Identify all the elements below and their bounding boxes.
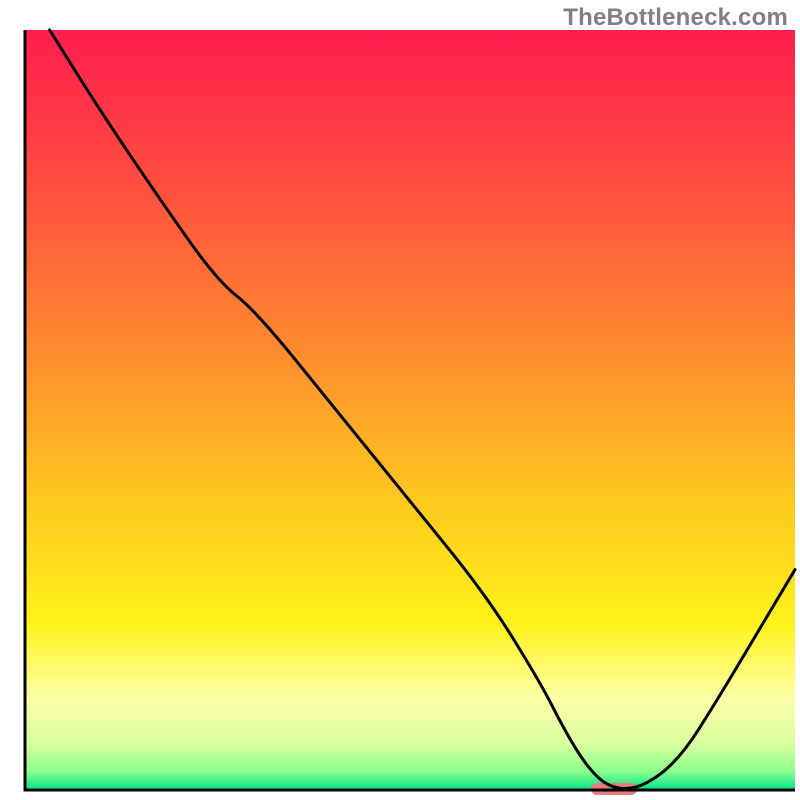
watermark-text: TheBottleneck.com: [563, 4, 788, 32]
gradient-background: [25, 30, 795, 790]
bottleneck-chart: [0, 0, 800, 800]
